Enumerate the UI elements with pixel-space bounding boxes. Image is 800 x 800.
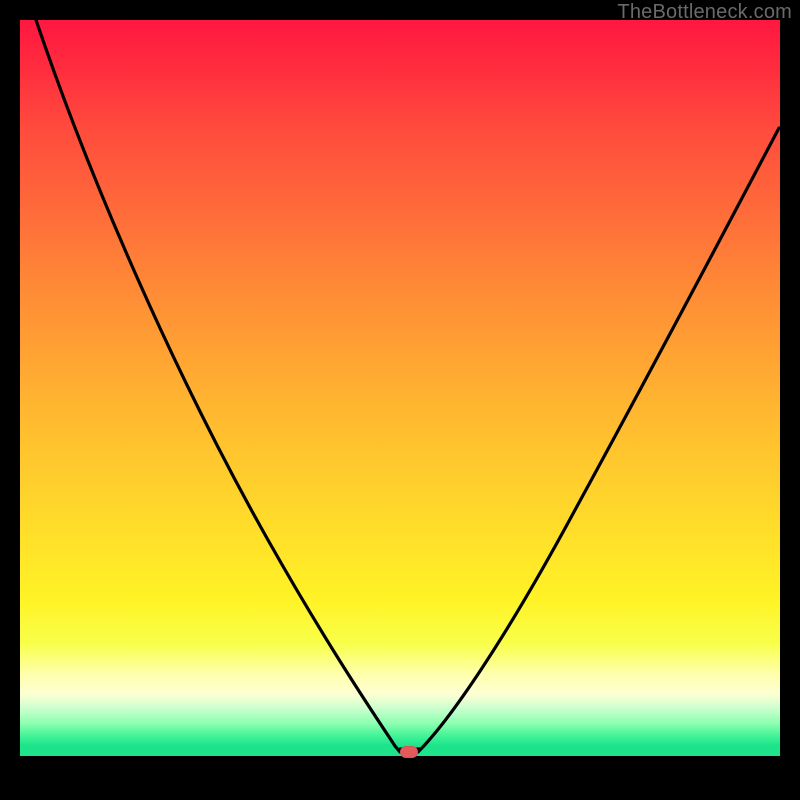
chart-stage: TheBottleneck.com [0, 0, 800, 800]
optimum-marker [400, 746, 418, 758]
plot-area [20, 20, 780, 780]
plot-floor [20, 756, 780, 780]
heat-gradient-background [20, 20, 780, 745]
